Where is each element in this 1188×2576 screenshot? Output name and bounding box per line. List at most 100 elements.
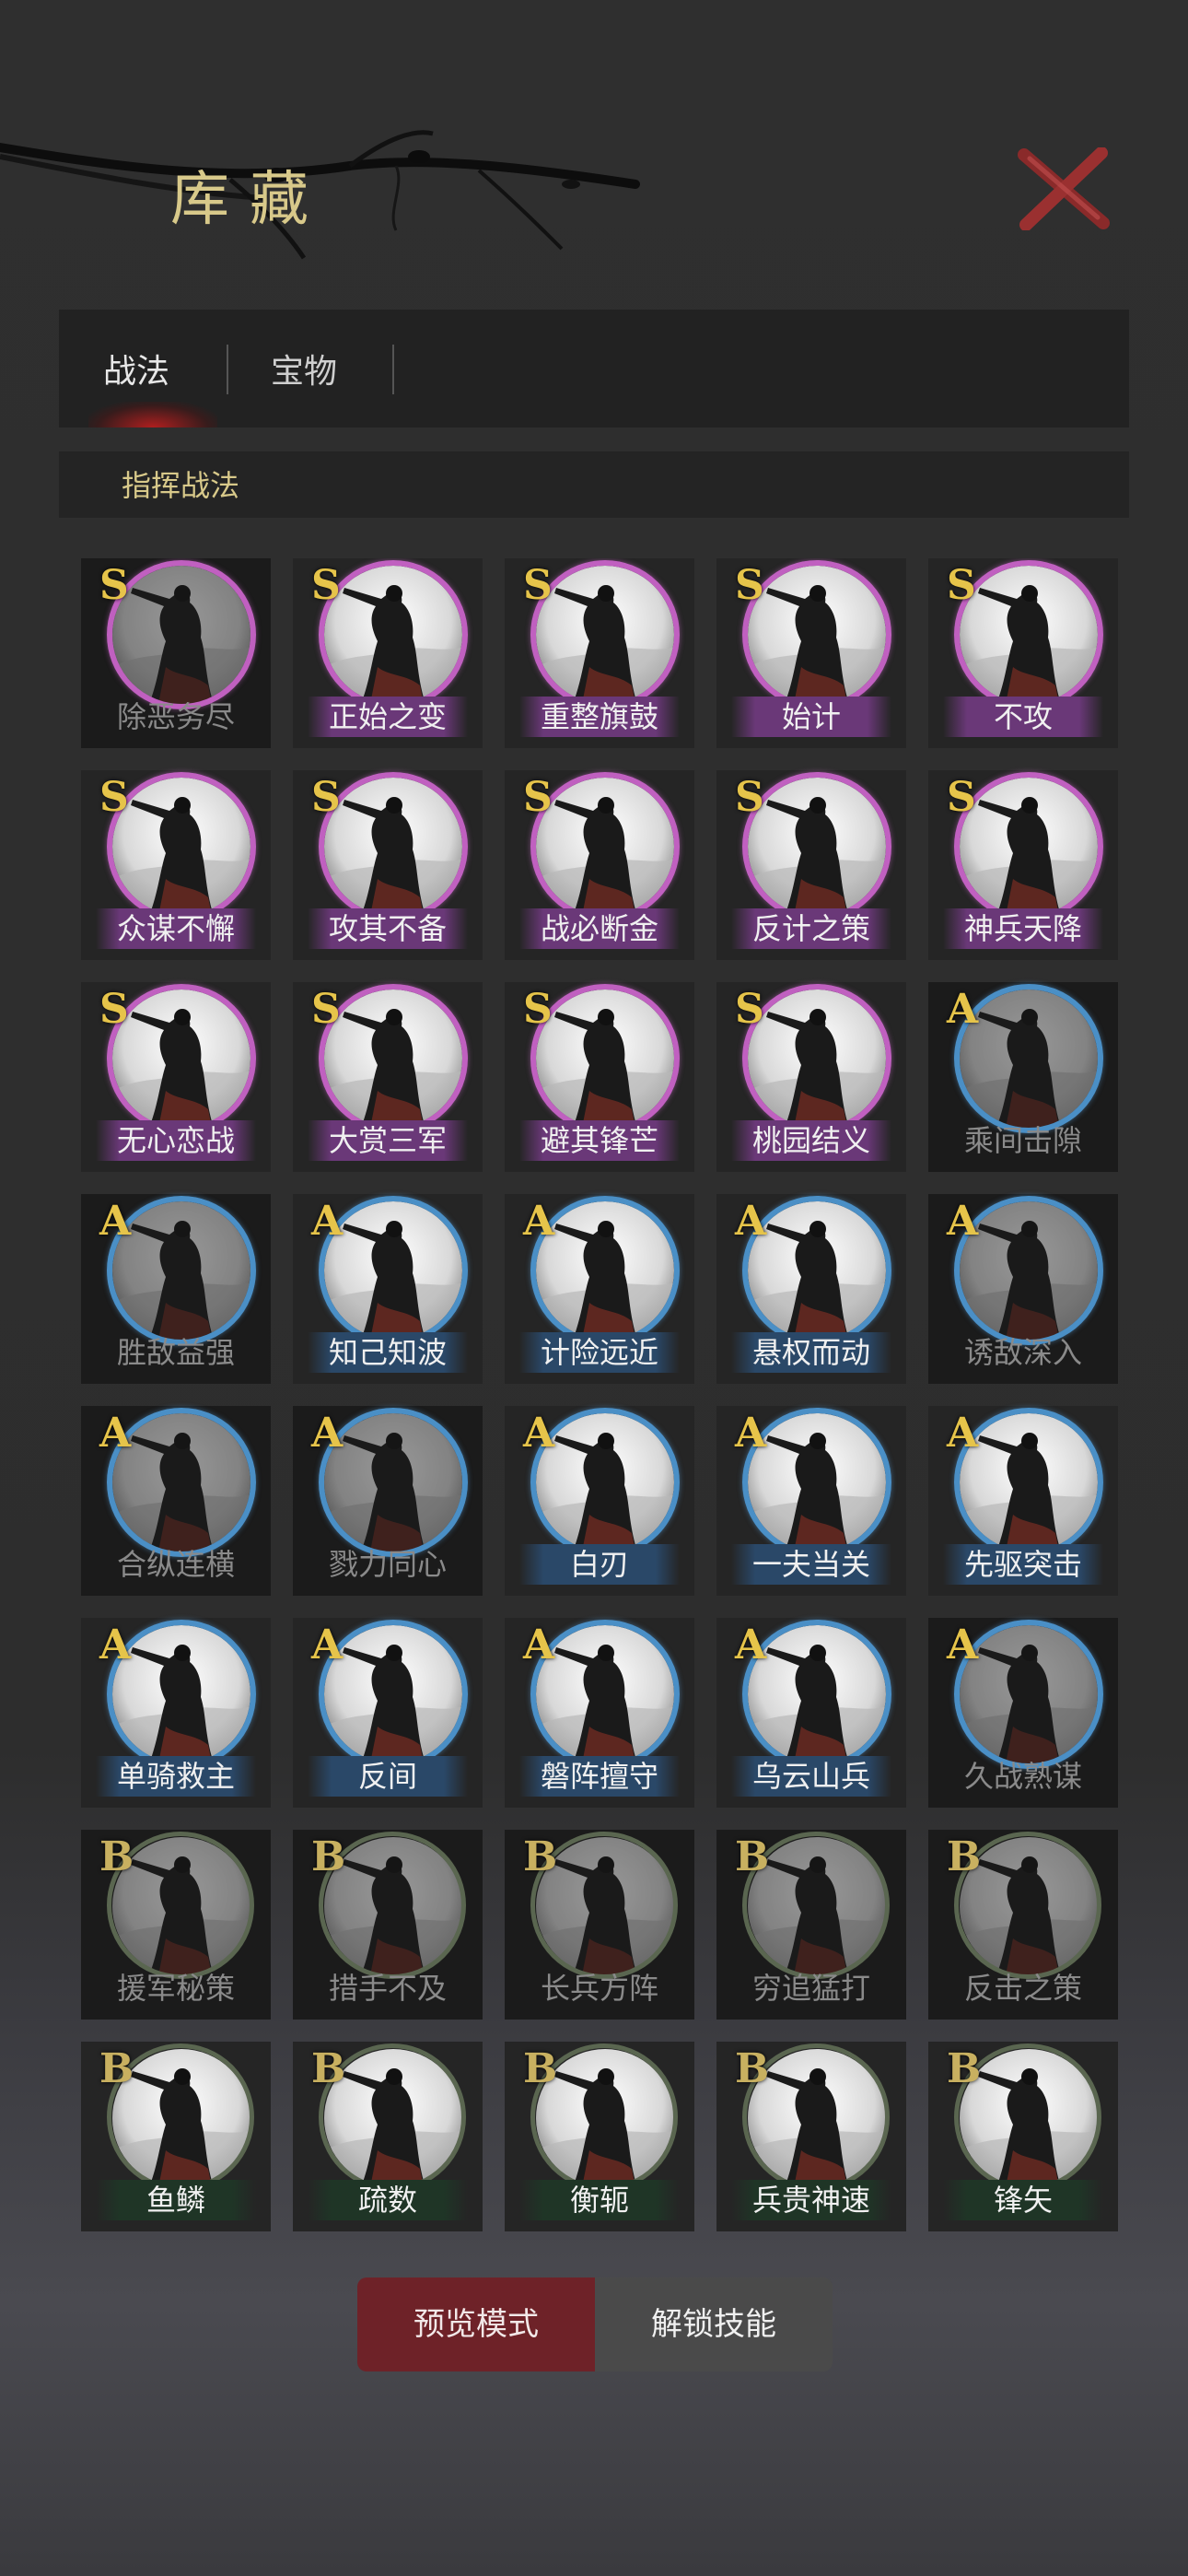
skill-card[interactable]: A 久战熟谋 (928, 1618, 1118, 1808)
skill-name: 乌云山兵 (731, 1756, 891, 1797)
skill-name: 磐阵擅守 (519, 1756, 680, 1797)
skill-card[interactable]: S 攻其不备 (293, 770, 483, 960)
skill-name: 锋矢 (943, 2180, 1103, 2220)
skill-card[interactable]: A 白刃 (505, 1406, 694, 1596)
skill-name: 不攻 (943, 697, 1103, 737)
grade-badge: A (523, 1410, 555, 1457)
skill-card[interactable]: S 桃园结义 (716, 982, 906, 1172)
grade-badge: A (523, 1622, 555, 1669)
skill-card[interactable]: B 疏数 (293, 2042, 483, 2231)
tab-bar: 战法 宝物 (59, 310, 1129, 427)
skill-card[interactable]: S 反计之策 (716, 770, 906, 960)
skill-name: 攻其不备 (308, 908, 468, 949)
grade-frame (319, 984, 468, 1133)
skill-card[interactable]: S 重整旗鼓 (505, 558, 694, 748)
skill-card[interactable]: A 计险远近 (505, 1194, 694, 1384)
grade-badge: S (99, 562, 129, 609)
grade-badge: S (311, 774, 341, 821)
skill-name: 正始之变 (308, 697, 468, 737)
skill-name: 穷追猛打 (751, 1971, 870, 2006)
grade-badge: S (99, 774, 129, 821)
skill-card[interactable]: B 鱼鳞 (81, 2042, 271, 2231)
grade-badge: B (947, 1833, 982, 1880)
grade-frame (319, 772, 468, 921)
skill-card[interactable]: A 悬权而动 (716, 1194, 906, 1384)
skill-card[interactable]: S 正始之变 (293, 558, 483, 748)
skill-card[interactable]: S 除恶务尽 (81, 558, 271, 748)
skill-name: 衡轭 (519, 2180, 680, 2220)
skill-card[interactable]: A 磐阵擅守 (505, 1618, 694, 1808)
skill-name: 无心恋战 (96, 1120, 256, 1161)
grade-badge: A (947, 1622, 979, 1669)
skill-card[interactable]: S 避其锋芒 (505, 982, 694, 1172)
grade-badge: S (311, 562, 341, 609)
skill-card[interactable]: A 诱敌深入 (928, 1194, 1118, 1384)
skill-card[interactable]: S 大赏三军 (293, 982, 483, 1172)
skill-card[interactable]: S 众谋不懈 (81, 770, 271, 960)
grade-badge: B (947, 2045, 982, 2092)
skill-card[interactable]: A 戮力同心 (293, 1406, 483, 1596)
skill-card[interactable]: S 无心恋战 (81, 982, 271, 1172)
skill-card[interactable]: A 知己知波 (293, 1194, 483, 1384)
skill-card[interactable]: A 胜敌益强 (81, 1194, 271, 1384)
skill-card[interactable]: B 长兵方阵 (505, 1830, 694, 2020)
grade-frame (954, 560, 1103, 709)
skill-name: 戮力同心 (328, 1547, 447, 1582)
skill-name: 避其锋芒 (519, 1120, 680, 1161)
grade-frame (742, 772, 891, 921)
tab-tactics[interactable]: 战法 (103, 345, 169, 392)
skill-card[interactable]: B 反击之策 (928, 1830, 1118, 2020)
grade-frame (742, 984, 891, 1133)
skill-card[interactable]: B 衡轭 (505, 2042, 694, 2231)
close-button[interactable] (1013, 146, 1114, 231)
skill-card[interactable]: A 一夫当关 (716, 1406, 906, 1596)
grade-badge: S (99, 986, 129, 1033)
skill-card[interactable]: B 援军秘策 (81, 1830, 271, 2020)
skill-card[interactable]: B 锋矢 (928, 2042, 1118, 2231)
skill-card[interactable]: B 穷追猛打 (716, 1830, 906, 2020)
skill-name: 措手不及 (328, 1971, 447, 2006)
tab-divider (392, 345, 394, 394)
skill-name: 战必断金 (519, 908, 680, 949)
skill-name: 知己知波 (308, 1332, 468, 1373)
grade-badge: A (735, 1198, 767, 1245)
skill-card[interactable]: S 不攻 (928, 558, 1118, 748)
skill-card[interactable]: A 合纵连横 (81, 1406, 271, 1596)
skill-card[interactable]: B 措手不及 (293, 1830, 483, 2020)
skill-card[interactable]: S 始计 (716, 558, 906, 748)
grade-badge: A (523, 1198, 555, 1245)
skill-name: 长兵方阵 (540, 1971, 658, 2006)
skill-name: 久战熟谋 (963, 1759, 1082, 1794)
grade-badge: A (947, 1410, 979, 1457)
skill-name: 一夫当关 (731, 1544, 891, 1585)
skill-name: 神兵天降 (943, 908, 1103, 949)
skill-card[interactable]: B 兵贵神速 (716, 2042, 906, 2231)
skill-card[interactable]: A 先驱突击 (928, 1406, 1118, 1596)
skill-card[interactable]: A 乘间击隙 (928, 982, 1118, 1172)
skill-name: 单骑救主 (96, 1756, 256, 1797)
skill-card[interactable]: A 单骑救主 (81, 1618, 271, 1808)
grade-badge: S (735, 562, 764, 609)
tab-treasures[interactable]: 宝物 (271, 345, 337, 392)
skill-name: 白刃 (519, 1544, 680, 1585)
unlock-skill-button[interactable]: 解锁技能 (595, 2277, 833, 2371)
skill-name: 重整旗鼓 (519, 697, 680, 737)
grade-badge: S (735, 774, 764, 821)
skill-name: 乘间击隙 (963, 1123, 1082, 1158)
skill-card[interactable]: S 战必断金 (505, 770, 694, 960)
grade-badge: A (99, 1622, 132, 1669)
grade-frame (530, 772, 680, 921)
preview-mode-button[interactable]: 预览模式 (357, 2277, 595, 2371)
skill-card[interactable]: S 神兵天降 (928, 770, 1118, 960)
grade-badge: A (947, 986, 979, 1033)
skill-card[interactable]: A 乌云山兵 (716, 1618, 906, 1808)
skill-name: 始计 (731, 697, 891, 737)
page-title: 库藏 (170, 166, 329, 234)
skill-name: 胜敌益强 (116, 1335, 235, 1370)
skill-name: 合纵连横 (116, 1547, 235, 1582)
skill-name: 反计之策 (731, 908, 891, 949)
skill-card[interactable]: A 反间 (293, 1618, 483, 1808)
skill-name: 先驱突击 (943, 1544, 1103, 1585)
skill-name: 诱敌深入 (963, 1335, 1082, 1370)
skill-name: 大赏三军 (308, 1120, 468, 1161)
